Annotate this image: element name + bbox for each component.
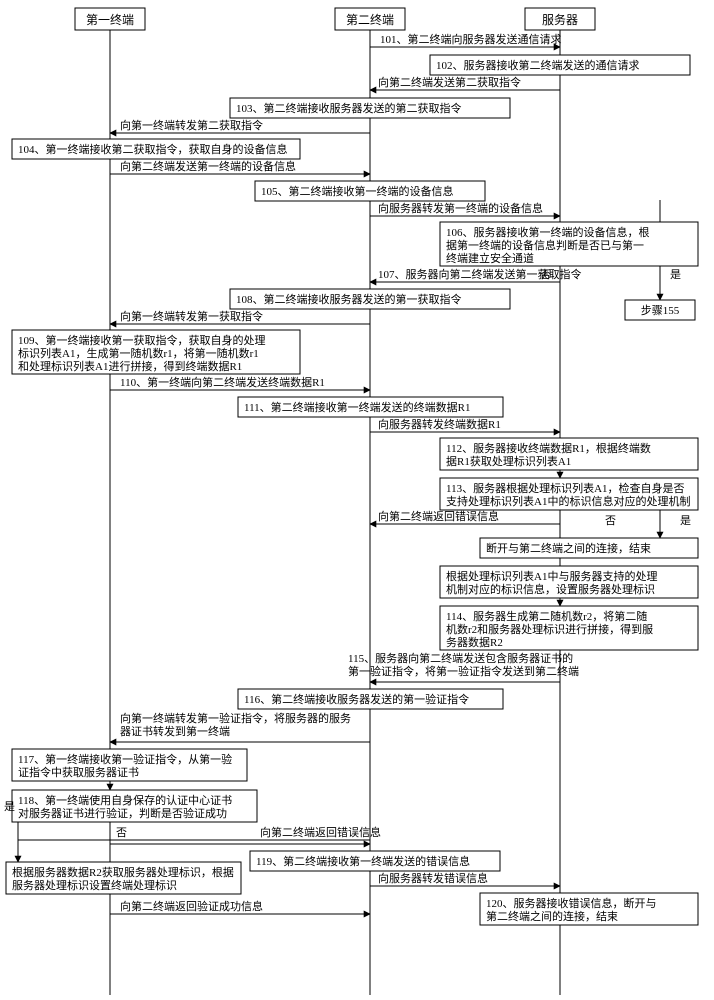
label-fwd2fetch1: 向第一终端转发第二获取指令 [120, 118, 263, 132]
svg-text:106、服务器接收第一终端的设备信息，根: 106、服务器接收第一终端的设备信息，根 [446, 225, 650, 239]
svg-text:据第一终端的设备信息判断是否已与第一: 据第一终端的设备信息判断是否已与第一 [446, 238, 644, 252]
box-setTid: 根据服务器数据R2获取服务器处理标识，根据 服务器处理标识设置终端处理标识 [6, 862, 241, 894]
label-fwdErr: 向服务器转发错误信息 [378, 871, 488, 885]
label-retOK2: 向第二终端返回验证成功信息 [120, 899, 263, 913]
svg-text:105、第二终端接收第一终端的设备信息: 105、第二终端接收第一终端的设备信息 [261, 184, 454, 198]
svg-text:第一验证指令，将第一验证指令发送到第二终端: 第一验证指令，将第一验证指令发送到第二终端 [348, 664, 579, 678]
svg-text:116、第二终端接收服务器发送的第一验证指令: 116、第二终端接收服务器发送的第一验证指令 [244, 692, 469, 706]
svg-text:第二终端之间的连接，结束: 第二终端之间的连接，结束 [486, 909, 618, 923]
svg-text:118、第一终端使用自身保存的认证中心证书: 118、第一终端使用自身保存的认证中心证书 [18, 793, 232, 807]
box-119: 119、第二终端接收第一终端发送的错误信息 [250, 851, 500, 871]
sequence-diagram: 第一终端 第二终端 服务器 101、第二终端向服务器发送通信请求 102、服务器… [0, 0, 714, 1000]
svg-text:112、服务器接收终端数据R1，根据终端数: 112、服务器接收终端数据R1，根据终端数 [446, 441, 651, 455]
svg-text:断开与第二终端之间的连接，结束: 断开与第二终端之间的连接，结束 [486, 541, 651, 555]
label-send2fetch: 向第二终端发送第二获取指令 [378, 75, 521, 89]
svg-text:114、服务器生成第二随机数r2，将第二随: 114、服务器生成第二随机数r2，将第二随 [446, 609, 647, 623]
svg-text:据R1获取处理标识列表A1: 据R1获取处理标识列表A1 [446, 454, 571, 468]
label-101: 101、第二终端向服务器发送通信请求 [380, 32, 562, 46]
participant-p3-label: 服务器 [542, 12, 578, 27]
svg-text:对服务器证书进行验证，判断是否验证成功: 对服务器证书进行验证，判断是否验证成功 [18, 806, 227, 820]
box-114: 114、服务器生成第二随机数r2，将第二随 机数r2和服务器处理标识进行拼接，得… [440, 606, 698, 650]
participant-p2-label: 第二终端 [346, 12, 394, 27]
svg-text:119、第二终端接收第一终端发送的错误信息: 119、第二终端接收第一终端发送的错误信息 [256, 854, 470, 868]
label-fwdDev: 向服务器转发第一终端的设备信息 [378, 201, 543, 215]
box-106: 106、服务器接收第一终端的设备信息，根 据第一终端的设备信息判断是否已与第一 … [440, 222, 698, 266]
box-102: 102、服务器接收第二终端发送的通信请求 [430, 55, 690, 75]
svg-text:111、第二终端接收第一终端发送的终端数据R1: 111、第二终端接收第一终端发送的终端数据R1 [244, 400, 471, 414]
participant-p3: 服务器 [525, 8, 595, 30]
svg-text:根据处理标识列表A1中与服务器支持的处理: 根据处理标识列表A1中与服务器支持的处理 [446, 569, 657, 583]
label-110: 110、第一终端向第二终端发送终端数据R1 [120, 375, 325, 389]
svg-text:109、第一终端接收第一获取指令，获取自身的处理: 109、第一终端接收第一获取指令，获取自身的处理 [18, 333, 266, 347]
svg-text:根据服务器数据R2获取服务器处理标识，根据: 根据服务器数据R2获取服务器处理标识，根据 [12, 865, 234, 879]
box-103: 103、第二终端接收服务器发送的第二获取指令 [230, 98, 510, 118]
box-113: 113、服务器根据处理标识列表A1，检查自身是否 支持处理标识列表A1中的标识信… [440, 478, 698, 510]
box-111: 111、第二终端接收第一终端发送的终端数据R1 [238, 397, 503, 417]
label-retErr2: 向第二终端返回错误信息 [378, 509, 499, 523]
box-109: 109、第一终端接收第一获取指令，获取自身的处理 标识列表A1，生成第一随机数r… [12, 330, 300, 374]
box-step155: 步骤155 [625, 300, 695, 320]
box-120: 120、服务器接收错误信息，断开与 第二终端之间的连接，结束 [480, 893, 698, 925]
box-105: 105、第二终端接收第一终端的设备信息 [255, 181, 485, 201]
label-yes-106: 是 [670, 268, 681, 281]
svg-text:服务器处理标识设置终端处理标识: 服务器处理标识设置终端处理标识 [12, 878, 177, 892]
box-104: 104、第一终端接收第二获取指令，获取自身的设备信息 [12, 139, 300, 159]
svg-text:终端建立安全通道: 终端建立安全通道 [446, 251, 534, 265]
box-108: 108、第二终端接收服务器发送的第一获取指令 [230, 289, 510, 309]
participant-p2: 第二终端 [335, 8, 405, 30]
svg-text:113、服务器根据处理标识列表A1，检查自身是否: 113、服务器根据处理标识列表A1，检查自身是否 [446, 481, 685, 495]
svg-text:标识列表A1，生成第一随机数r1，将第一随机数r1: 标识列表A1，生成第一随机数r1，将第一随机数r1 [18, 346, 259, 360]
svg-text:步骤155: 步骤155 [641, 304, 680, 317]
svg-text:机数r2和服务器处理标识进行拼接，得到服: 机数r2和服务器处理标识进行拼接，得到服 [446, 622, 653, 636]
label-no-113: 否 [605, 515, 616, 527]
participant-p1-label: 第一终端 [86, 12, 134, 27]
svg-text:120、服务器接收错误信息，断开与: 120、服务器接收错误信息，断开与 [486, 896, 657, 910]
label-no-118: 否 [116, 827, 127, 839]
box-116: 116、第二终端接收服务器发送的第一验证指令 [238, 689, 503, 709]
box-112: 112、服务器接收终端数据R1，根据终端数 据R1获取处理标识列表A1 [440, 438, 698, 470]
svg-text:机制对应的标识信息，设置服务器处理标识: 机制对应的标识信息，设置服务器处理标识 [446, 582, 655, 596]
label-fwdR1: 向服务器转发终端数据R1 [378, 417, 501, 431]
box-118: 118、第一终端使用自身保存的认证中心证书 对服务器证书进行验证，判断是否验证成… [12, 790, 257, 822]
box-117: 117、第一终端接收第一验证指令，从第一验 证指令中获取服务器证书 [12, 749, 247, 781]
svg-text:102、服务器接收第二终端发送的通信请求: 102、服务器接收第二终端发送的通信请求 [436, 58, 640, 72]
svg-text:115、服务器向第二终端发送包含服务器证书的: 115、服务器向第二终端发送包含服务器证书的 [348, 651, 573, 665]
box-disc2: 断开与第二终端之间的连接，结束 [480, 538, 698, 558]
svg-text:支持处理标识列表A1中的标识信息对应的处理机制: 支持处理标识列表A1中的标识信息对应的处理机制 [446, 494, 690, 508]
svg-text:器证书转发到第一终端: 器证书转发到第一终端 [120, 724, 230, 738]
svg-text:和处理标识列表A1进行拼接，得到终端数据R1: 和处理标识列表A1进行拼接，得到终端数据R1 [18, 359, 242, 373]
label-retErr2b: 向第二终端返回错误信息 [260, 825, 381, 839]
label-fwd1fetch1: 向第一终端转发第一获取指令 [120, 309, 263, 323]
svg-text:103、第二终端接收服务器发送的第二获取指令: 103、第二终端接收服务器发送的第二获取指令 [236, 101, 462, 115]
label-yes-118: 是 [4, 800, 15, 813]
svg-text:务器数据R2: 务器数据R2 [446, 635, 503, 649]
box-setId: 根据处理标识列表A1中与服务器支持的处理 机制对应的标识信息，设置服务器处理标识 [440, 566, 698, 598]
svg-text:向第一终端转发第一验证指令，将服务器的服务: 向第一终端转发第一验证指令，将服务器的服务 [120, 711, 351, 725]
svg-text:117、第一终端接收第一验证指令，从第一验: 117、第一终端接收第一验证指令，从第一验 [18, 752, 232, 766]
svg-text:108、第二终端接收服务器发送的第一获取指令: 108、第二终端接收服务器发送的第一获取指令 [236, 292, 462, 306]
label-yes-113: 是 [680, 514, 691, 527]
svg-text:证指令中获取服务器证书: 证指令中获取服务器证书 [18, 765, 139, 779]
label-sendDev: 向第二终端发送第一终端的设备信息 [120, 159, 296, 173]
label-107: 107、服务器向第二终端发送第一获取指令 [378, 267, 582, 281]
participant-p1: 第一终端 [75, 8, 145, 30]
svg-text:104、第一终端接收第二获取指令，获取自身的设备信息: 104、第一终端接收第二获取指令，获取自身的设备信息 [18, 142, 288, 156]
